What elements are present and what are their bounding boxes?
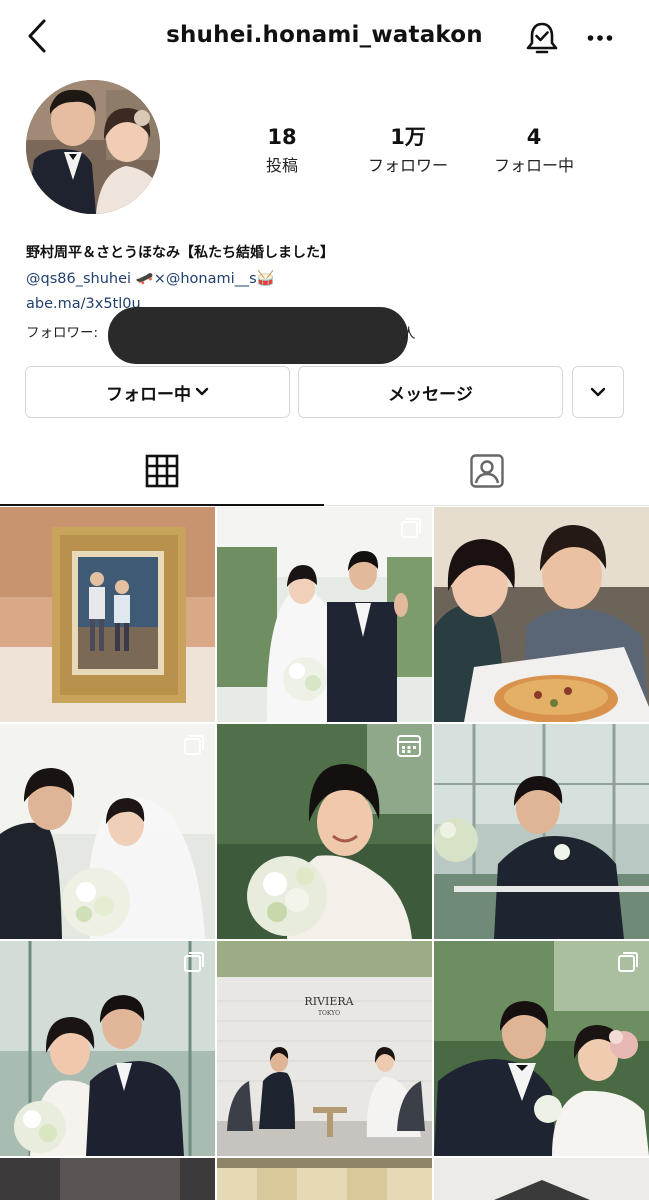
- following-button-label: フォロー中: [106, 384, 191, 405]
- tagged-person-icon: [470, 454, 504, 488]
- bio-mentions[interactable]: @qs86_shuhei 🛹×@honami__s🥁: [26, 270, 275, 287]
- venue-sign-subtext: TOKYO: [318, 1010, 340, 1017]
- notifications-button[interactable]: [522, 18, 562, 58]
- reel-icon: [397, 735, 421, 757]
- post-tile[interactable]: [217, 507, 432, 722]
- message-button-label: メッセージ: [388, 384, 473, 405]
- back-button[interactable]: [22, 16, 52, 56]
- post-tile[interactable]: [217, 1158, 432, 1200]
- chevron-down-icon: [590, 387, 606, 397]
- redaction-bar: [108, 307, 408, 364]
- post-image-groom-railing: [434, 724, 649, 939]
- grid-icon: [145, 454, 179, 488]
- bio-followed-by[interactable]: フォロワー:: [26, 321, 98, 341]
- chevron-left-icon: [28, 19, 46, 53]
- post-tile[interactable]: RIVIERA TOKYO: [217, 941, 432, 1156]
- post-tile[interactable]: [217, 724, 432, 939]
- bio-followed-by-tail: 人: [402, 326, 416, 342]
- post-image-partial: [434, 1158, 649, 1200]
- post-image-partial: [0, 1158, 215, 1200]
- profile-avatar[interactable]: [26, 80, 160, 214]
- carousel-icon: [184, 952, 204, 972]
- post-image-riviera-toast: RIVIERA TOKYO: [217, 941, 432, 1156]
- post-image-pizza-selfie: [434, 507, 649, 722]
- bio-display-name: 野村周平＆さとうほなみ【私たち結婚しました】: [26, 245, 334, 261]
- stat-posts-label: 投稿: [265, 156, 298, 175]
- post-tile[interactable]: [0, 507, 215, 722]
- stat-following-label: フォロー中: [493, 156, 574, 175]
- following-button[interactable]: フォロー中: [25, 366, 290, 418]
- post-image-framed-photo: [0, 507, 215, 722]
- post-tile[interactable]: [0, 724, 215, 939]
- post-tile[interactable]: [434, 1158, 649, 1200]
- more-options-button[interactable]: [580, 20, 620, 56]
- stat-posts-value: 18: [267, 125, 297, 149]
- tab-active-indicator: [0, 504, 324, 506]
- post-tile[interactable]: [0, 1158, 215, 1200]
- bell-check-icon: [526, 22, 558, 54]
- stat-followers-value: 1万: [390, 125, 426, 149]
- carousel-icon: [401, 518, 421, 538]
- avatar-photo: [26, 80, 160, 214]
- post-image-veiled-bride: [0, 724, 215, 939]
- profile-header: shuhei.honami_watakon: [0, 0, 649, 76]
- post-image-wedding-wave: [217, 507, 432, 722]
- post-image-greenhouse-couple: [0, 941, 215, 1156]
- post-image-garden-couple: [434, 941, 649, 1156]
- post-image-partial: [217, 1158, 432, 1200]
- message-button[interactable]: メッセージ: [298, 366, 563, 418]
- tab-tagged[interactable]: [325, 436, 649, 506]
- stat-following[interactable]: 4 フォロー中: [464, 124, 604, 176]
- suggested-accounts-button[interactable]: [572, 366, 624, 418]
- carousel-icon: [184, 735, 204, 755]
- stat-followers-label: フォロワー: [367, 156, 448, 175]
- stat-posts[interactable]: 18 投稿: [212, 124, 352, 176]
- chevron-down-icon: [195, 387, 209, 396]
- stat-following-value: 4: [526, 125, 542, 149]
- carousel-icon: [618, 952, 638, 972]
- tab-posts-grid[interactable]: [0, 436, 324, 506]
- post-tile[interactable]: [0, 941, 215, 1156]
- post-tile[interactable]: [434, 724, 649, 939]
- venue-sign-text: RIVIERA: [304, 995, 354, 1008]
- post-tile[interactable]: [434, 941, 649, 1156]
- post-tile[interactable]: [434, 507, 649, 722]
- stat-followers[interactable]: 1万 フォロワー: [338, 124, 478, 176]
- more-dots-icon: [587, 35, 613, 41]
